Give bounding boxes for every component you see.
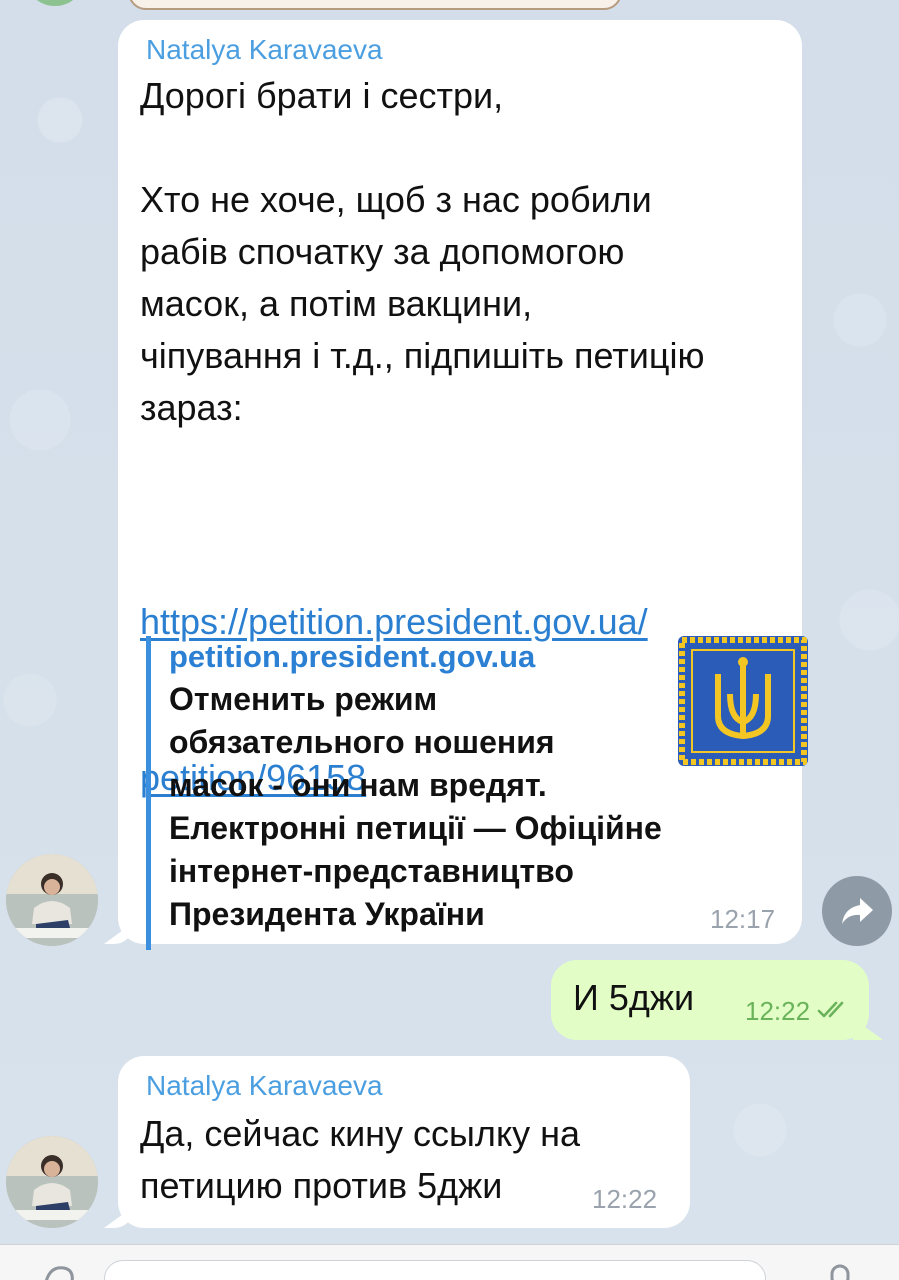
message-time: 12:17 [710, 904, 776, 934]
attach-icon[interactable] [40, 1262, 80, 1280]
sender-avatar[interactable] [6, 854, 98, 946]
message-text: Дорогі брати і сестри, Хто не хоче, щоб … [140, 75, 705, 428]
message-input[interactable] [104, 1260, 766, 1280]
message-time: 12:22 [745, 996, 811, 1026]
sender-avatar[interactable] [6, 1136, 98, 1228]
incoming-message-bubble[interactable]: Natalya Karavaeva Дорогі брати і сестри,… [118, 20, 808, 950]
sender-name[interactable]: Natalya Karavaeva [146, 1070, 383, 1102]
message-text: Да, сейчас кину ссылку на петицию против… [140, 1113, 580, 1206]
link-preview[interactable]: petition.president.gov.ua Отменить режим… [146, 636, 808, 950]
sender-name[interactable]: Natalya Karavaeva [146, 34, 383, 66]
ukraine-emblem-thumbnail[interactable] [678, 636, 808, 766]
forward-button[interactable] [822, 876, 892, 946]
preview-description: Отменить режим обязательного ношения мас… [169, 681, 662, 932]
outgoing-message-bubble[interactable]: И 5джи 12:22 [551, 960, 869, 1040]
previous-message-bubble[interactable] [128, 0, 622, 10]
ukraine-trident-icon [678, 636, 808, 766]
double-check-icon [817, 1001, 844, 1018]
message-time: 12:22 [592, 1184, 658, 1214]
message-text: И 5джи [573, 977, 695, 1018]
microphone-icon[interactable] [820, 1264, 860, 1280]
forward-arrow-icon [842, 898, 873, 924]
incoming-message-bubble[interactable]: Natalya Karavaeva Да, сейчас кину ссылку… [118, 1056, 690, 1228]
